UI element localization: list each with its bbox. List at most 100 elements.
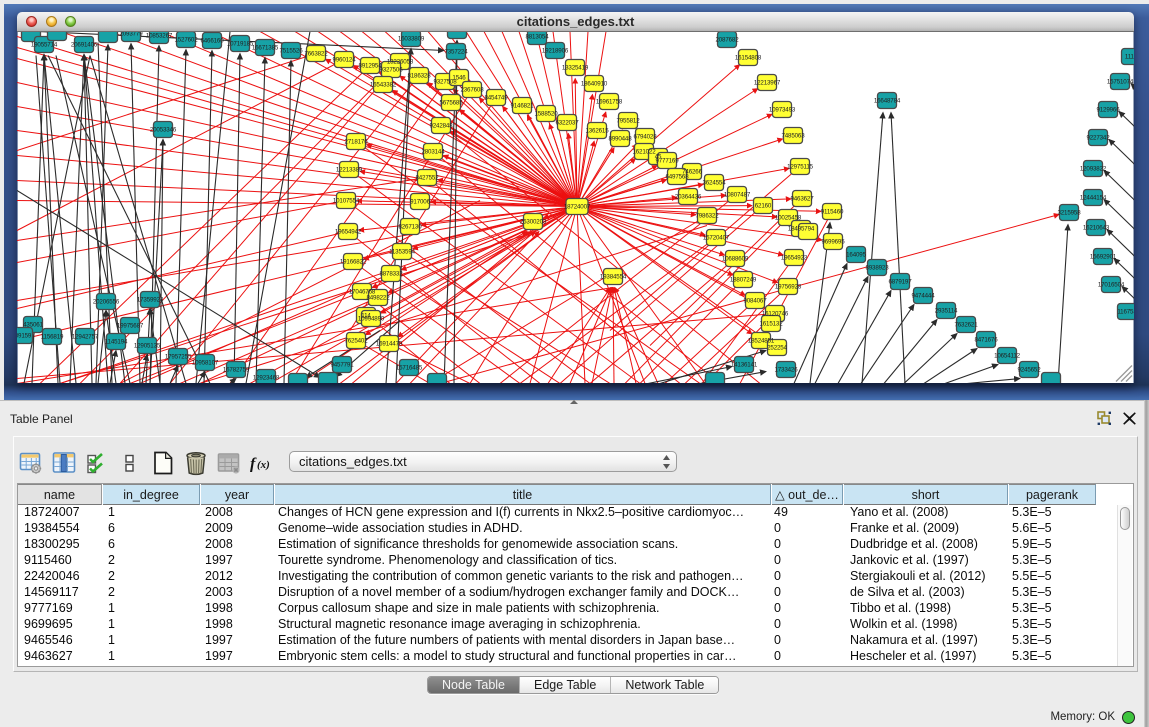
svg-text:8813054: 8813054 <box>525 34 549 41</box>
svg-text:18524851: 18524851 <box>748 338 775 345</box>
svg-text:7625402: 7625402 <box>344 338 368 345</box>
svg-text:16543382: 16543382 <box>370 82 397 89</box>
svg-text:7955812: 7955812 <box>616 118 640 125</box>
svg-text:13226058: 13226058 <box>387 59 414 66</box>
svg-text:1362615: 1362615 <box>585 128 609 135</box>
svg-text:16782759: 16782759 <box>223 367 250 374</box>
svg-text:3624554: 3624554 <box>702 180 726 187</box>
svg-text:1733426: 1733426 <box>774 367 798 374</box>
svg-text:7986322: 7986322 <box>695 213 719 220</box>
svg-text:2367608: 2367608 <box>460 87 484 94</box>
svg-text:2935114: 2935114 <box>935 308 958 315</box>
svg-text:10973493: 10973493 <box>769 107 796 114</box>
svg-text:9146821: 9146821 <box>510 103 534 110</box>
svg-text:7485063: 7485063 <box>781 133 805 140</box>
svg-text:8878332: 8878332 <box>379 271 403 278</box>
svg-text:17359924: 17359924 <box>137 297 164 304</box>
svg-text:15720407: 15720407 <box>703 235 730 242</box>
svg-text:10994890: 10994890 <box>358 316 385 323</box>
svg-text:116753: 116753 <box>1117 309 1134 316</box>
svg-text:2718176: 2718176 <box>344 139 368 146</box>
svg-text:9242848: 9242848 <box>429 123 453 130</box>
svg-text:9115460: 9115460 <box>821 209 844 216</box>
svg-text:1527602: 1527602 <box>174 37 198 44</box>
svg-text:19756928: 19756928 <box>775 284 802 291</box>
svg-text:1615132: 1615132 <box>759 321 783 328</box>
svg-text:15716485: 15716485 <box>396 365 423 372</box>
svg-text:16033809: 16033809 <box>398 36 425 43</box>
svg-text:10958107: 10958107 <box>192 360 219 367</box>
svg-text:10719185: 10719185 <box>227 41 254 48</box>
svg-text:1621022: 1621022 <box>632 149 656 156</box>
svg-text:12444154: 12444154 <box>1080 195 1107 202</box>
svg-text:10853267: 10853267 <box>146 33 173 40</box>
svg-text:16210643: 16210643 <box>1083 225 1110 232</box>
svg-text:16671385: 16671385 <box>252 45 279 52</box>
svg-text:11353594: 11353594 <box>389 249 416 256</box>
svg-text:10654112: 10654112 <box>994 353 1021 360</box>
svg-text:9129966: 9129966 <box>1096 107 1120 114</box>
svg-text:12942757: 12942757 <box>72 334 99 341</box>
svg-text:9699695: 9699695 <box>821 239 845 246</box>
svg-text:2093779: 2093779 <box>119 32 143 38</box>
svg-text:10807487: 10807487 <box>724 192 751 199</box>
svg-text:19654942: 19654942 <box>335 229 362 236</box>
svg-text:18724007: 18724007 <box>564 204 591 211</box>
svg-text:10025458: 10025458 <box>775 215 802 222</box>
svg-text:19218906: 19218906 <box>542 48 569 55</box>
svg-text:15692901: 15692901 <box>1090 254 1117 261</box>
svg-text:39159: 39159 <box>17 333 32 340</box>
svg-text:20053346: 20053346 <box>150 127 177 134</box>
svg-text:19384554: 19384554 <box>600 274 627 281</box>
svg-text:2803144: 2803144 <box>421 149 445 156</box>
svg-text:8427552: 8427552 <box>415 175 439 182</box>
svg-text:20206556: 20206556 <box>93 299 120 306</box>
svg-text:12093822: 12093822 <box>1080 166 1107 173</box>
svg-text:8471676: 8471676 <box>974 337 998 344</box>
svg-text:9474444: 9474444 <box>911 293 935 300</box>
svg-text:9227342: 9227342 <box>1086 135 1110 142</box>
svg-text:13325419: 13325419 <box>562 65 589 72</box>
svg-text:(x): (x) <box>257 459 270 471</box>
svg-text:435061: 435061 <box>23 322 43 329</box>
svg-text:9457791: 9457791 <box>330 362 354 369</box>
svg-text:9327506: 9327506 <box>379 67 403 74</box>
svg-text:12213389: 12213389 <box>336 167 363 174</box>
svg-text:16914479: 16914479 <box>376 341 403 348</box>
svg-text:18640910: 18640910 <box>581 81 608 88</box>
svg-text:9084067: 9084067 <box>743 298 767 305</box>
svg-text:6879197: 6879197 <box>888 279 912 286</box>
svg-text:1588520: 1588520 <box>534 111 558 118</box>
svg-text:8498222: 8498222 <box>366 295 390 302</box>
svg-text:16961758: 16961758 <box>596 99 623 106</box>
svg-text:8454749: 8454749 <box>484 95 508 102</box>
svg-text:7357224: 7357224 <box>444 49 468 56</box>
svg-text:8186328: 8186328 <box>407 73 431 80</box>
svg-text:917006: 917006 <box>410 199 430 206</box>
svg-text:7663822: 7663822 <box>304 51 328 58</box>
svg-text:20691406: 20691406 <box>71 42 98 49</box>
svg-text:16648784: 16648784 <box>874 98 901 105</box>
svg-text:7632621: 7632621 <box>954 322 978 329</box>
svg-text:12975115: 12975115 <box>787 164 814 171</box>
svg-text:18807249: 18807249 <box>730 277 757 284</box>
svg-text:f: f <box>250 456 257 473</box>
svg-text:1117: 1117 <box>1125 54 1134 61</box>
svg-text:20364436: 20364436 <box>675 194 702 201</box>
svg-text:10107554: 10107554 <box>333 198 360 205</box>
svg-text:16120746: 16120746 <box>762 311 789 318</box>
svg-text:19055714: 19055714 <box>31 42 58 49</box>
svg-text:1156819: 1156819 <box>41 334 64 341</box>
svg-text:9960124: 9960124 <box>332 57 356 64</box>
svg-text:164095: 164095 <box>846 252 866 259</box>
svg-text:15751074: 15751074 <box>1107 79 1134 86</box>
svg-text:25300203: 25300203 <box>520 219 547 226</box>
svg-text:5675685: 5675685 <box>439 100 463 107</box>
svg-text:6322037: 6322037 <box>555 120 579 127</box>
svg-text:1546: 1546 <box>452 75 466 82</box>
svg-text:1145194: 1145194 <box>105 339 128 346</box>
svg-text:2087682: 2087682 <box>715 37 739 44</box>
svg-text:9245652: 9245652 <box>1017 367 1041 374</box>
svg-text:6497568: 6497568 <box>665 174 689 181</box>
svg-text:16154808: 16154808 <box>735 55 762 62</box>
